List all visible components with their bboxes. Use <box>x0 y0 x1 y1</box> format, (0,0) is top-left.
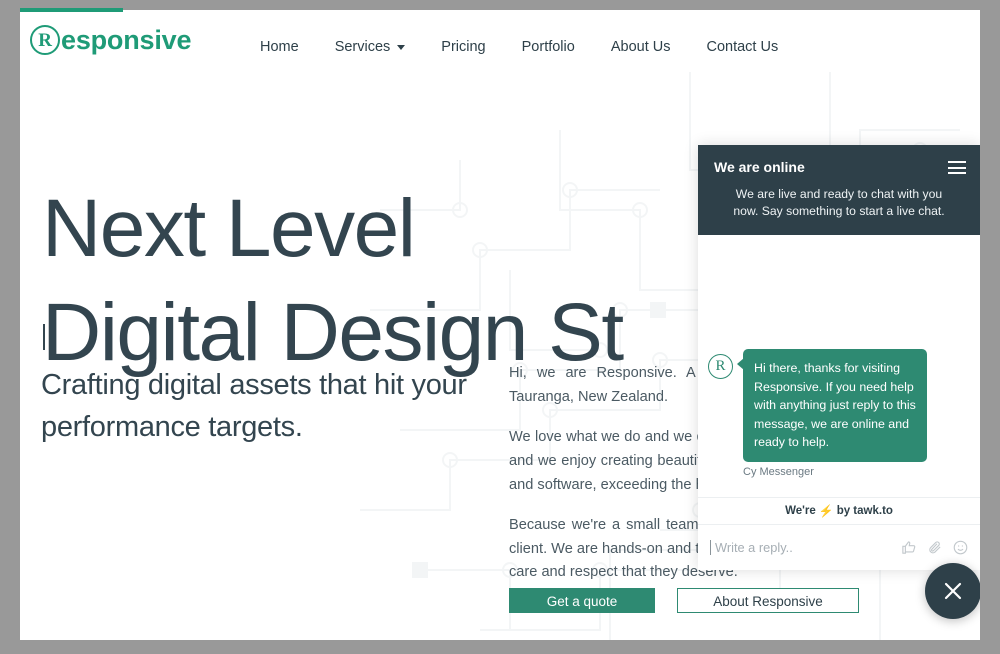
page-loading-bar <box>20 8 123 12</box>
primary-navigation: Home Services Pricing Portfolio About Us… <box>260 39 778 55</box>
paperclip-icon[interactable] <box>927 540 942 555</box>
text-cursor <box>710 539 711 555</box>
chat-close-button[interactable] <box>925 563 980 619</box>
nav-item-about-us[interactable]: About Us <box>611 39 671 55</box>
live-chat-widget: We are online We are live and ready to c… <box>698 145 980 570</box>
cta-button-group: Get a quote About Responsive <box>509 588 859 613</box>
logo-wordmark: esponsive <box>61 24 192 55</box>
nav-item-services[interactable]: Services <box>335 39 406 55</box>
emoji-icon[interactable] <box>953 540 968 555</box>
hero-subheading: Crafting digital assets that hit your pe… <box>41 369 467 444</box>
nav-label: Contact Us <box>706 39 779 55</box>
agent-avatar-icon: R <box>708 354 733 379</box>
chat-header: We are online We are live and ready to c… <box>698 145 980 235</box>
browser-viewport: Responsive Home Services Pricing Portfol… <box>20 10 980 640</box>
chevron-down-icon <box>397 44 406 50</box>
chat-message-list: R Hi there, thanks for visiting Responsi… <box>698 235 980 497</box>
typing-cursor <box>43 324 45 350</box>
nav-item-portfolio[interactable]: Portfolio <box>522 39 575 55</box>
chat-input-actions <box>901 540 968 555</box>
thumbs-up-icon[interactable] <box>901 540 916 555</box>
chat-title: We are online <box>714 159 805 175</box>
nav-label: About Us <box>610 39 671 55</box>
chat-message: R Hi there, thanks for visiting Responsi… <box>708 349 970 478</box>
get-a-quote-button[interactable]: Get a quote <box>509 588 655 613</box>
close-icon <box>944 582 962 600</box>
nav-label: Pricing <box>441 39 486 55</box>
hamburger-icon[interactable] <box>948 161 966 174</box>
branding-prefix: We're <box>785 505 816 517</box>
nav-label: Portfolio <box>521 39 575 55</box>
chat-message-bubble: Hi there, thanks for visiting Responsive… <box>737 349 927 463</box>
branding-suffix: by tawk.to <box>836 505 893 517</box>
tawk-branding[interactable]: We're ⚡ by tawk.to <box>698 497 980 524</box>
nav-label: Services <box>334 39 391 55</box>
chat-status-message: We are live and ready to chat with you n… <box>733 187 945 219</box>
about-responsive-button[interactable]: About Responsive <box>677 588 859 613</box>
site-logo[interactable]: Responsive <box>30 25 191 55</box>
hero-heading-line-1: Next Level <box>42 182 416 274</box>
site-header: Responsive Home Services Pricing Portfol… <box>20 10 980 72</box>
logo-circle-r-icon: R <box>30 25 60 55</box>
chat-reply-input[interactable] <box>713 538 901 556</box>
nav-item-contact-us[interactable]: Contact Us <box>706 39 778 55</box>
nav-item-pricing[interactable]: Pricing <box>441 39 485 55</box>
nav-item-home[interactable]: Home <box>260 39 299 55</box>
lightning-bolt-icon: ⚡ <box>818 504 834 518</box>
chat-input-bar <box>698 524 980 569</box>
chat-message-author: Cy Messenger <box>743 466 814 479</box>
nav-label: Home <box>260 39 299 55</box>
